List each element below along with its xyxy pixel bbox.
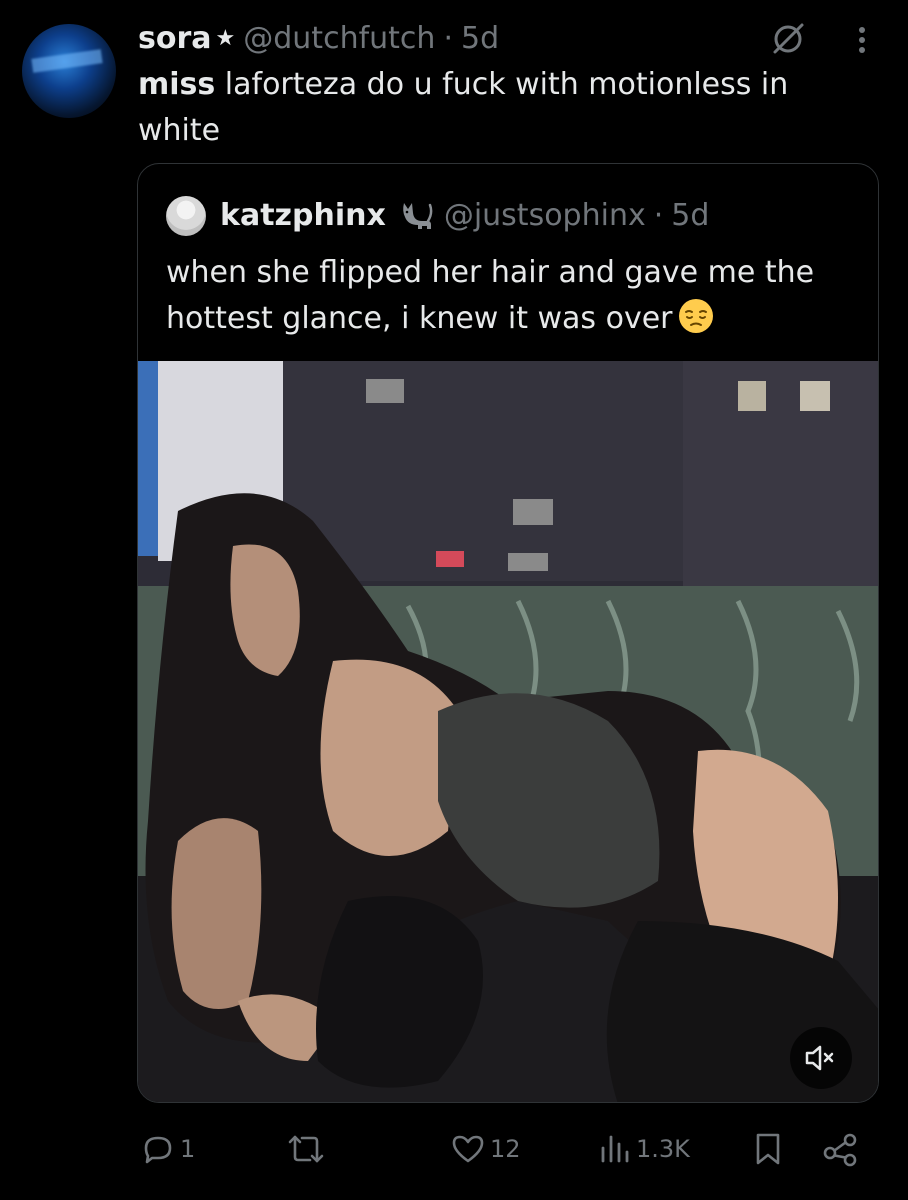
bookmark-icon: [756, 1133, 780, 1165]
reply-button[interactable]: 1: [140, 1124, 195, 1174]
author-name[interactable]: sora: [138, 21, 212, 56]
bookmark-button[interactable]: [752, 1124, 788, 1174]
cat-icon: [403, 203, 433, 229]
like-icon: [452, 1135, 484, 1163]
quote-author-name[interactable]: katzphinx: [220, 198, 386, 233]
more-icon[interactable]: [852, 20, 872, 60]
repost-icon: [288, 1135, 324, 1163]
mute-icon: [805, 1045, 834, 1071]
quote-text: when she flipped her hair and gave me th…: [166, 250, 866, 342]
author-avatar[interactable]: [22, 24, 116, 118]
share-button[interactable]: [822, 1124, 864, 1174]
views-icon: [601, 1135, 629, 1163]
separator-dot: ·: [443, 20, 453, 56]
tweet-text-rest: laforteza do u fuck with motionless in w…: [138, 67, 789, 148]
views-button[interactable]: 1.3K: [598, 1124, 690, 1174]
tweet-time[interactable]: 5d: [461, 21, 499, 56]
mute-button[interactable]: [790, 1027, 852, 1089]
quote-text-body: when she flipped her hair and gave me th…: [166, 255, 815, 336]
share-icon: [823, 1133, 857, 1167]
reply-icon: [144, 1136, 172, 1164]
video-frame: [138, 361, 878, 1102]
quote-time[interactable]: 5d: [671, 198, 709, 233]
tweet-text-bold: miss: [138, 67, 216, 102]
view-count: 1.3K: [636, 1135, 690, 1163]
star-icon: ★: [215, 25, 236, 51]
quoted-tweet[interactable]: katzphinx @justsophinx · 5d when she fli…: [137, 163, 879, 1103]
grok-icon[interactable]: [768, 18, 808, 58]
quote-author-handle[interactable]: @justsophinx: [444, 198, 646, 233]
like-button[interactable]: 12: [450, 1124, 521, 1174]
repost-button[interactable]: [286, 1124, 330, 1174]
quote-author-avatar[interactable]: [166, 196, 206, 236]
tweet-header: sora ★ @dutchfutch · 5d: [138, 18, 499, 58]
video-media[interactable]: [138, 361, 878, 1102]
reply-count: 1: [180, 1135, 196, 1163]
quote-header: katzphinx @justsophinx · 5d: [220, 194, 709, 236]
quote-separator-dot: ·: [653, 197, 664, 233]
pensive-face-emoji: [679, 299, 714, 333]
like-count: 12: [490, 1135, 521, 1163]
tweet-text: miss laforteza do u fuck with motionless…: [138, 62, 858, 154]
tweet-actions: 1 12 1.3K: [0, 1124, 908, 1174]
author-handle[interactable]: @dutchfutch: [243, 21, 435, 56]
